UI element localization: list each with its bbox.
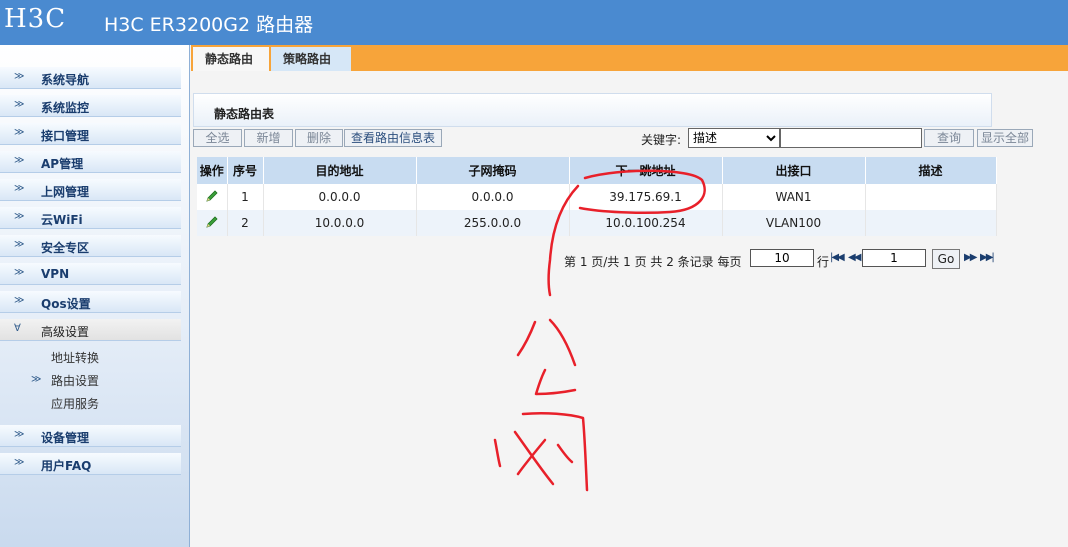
cell-interface: VLAN100 (722, 210, 866, 236)
sidebar-item-label: 系统监控 (41, 101, 90, 115)
cell-next-hop: 39.175.69.1 (569, 184, 723, 210)
rows-unit-label: 行 (817, 255, 830, 269)
bullet-icon: ≫ (14, 155, 25, 166)
tab-static-route[interactable]: 静态路由 (193, 47, 269, 71)
bullet-icon: ≫ (14, 239, 25, 250)
edit-cell (197, 210, 228, 236)
sidebar-item-interface[interactable]: ≫ 接口管理 (0, 123, 181, 145)
sidebar-item-label: VPN (41, 267, 70, 281)
column-header-desc: 描述 (865, 157, 997, 184)
sidebar-item-device[interactable]: ≫ 设备管理 (0, 425, 181, 447)
next-page-icon[interactable]: ▶▶ (964, 252, 977, 263)
cell-desc (865, 184, 997, 210)
column-header-interface: 出接口 (722, 157, 866, 184)
cell-mask: 0.0.0.0 (416, 184, 570, 210)
bullet-icon: ≫ (14, 457, 25, 468)
delete-button[interactable]: 删除 (295, 129, 343, 147)
cell-desc (865, 210, 997, 236)
sidebar-item-label: 高级设置 (41, 325, 90, 339)
column-header-action: 操作 (197, 157, 228, 184)
bullet-icon: ≫ (14, 71, 25, 82)
bullet-icon: ≫ (14, 295, 25, 306)
edit-pencil-icon[interactable] (205, 189, 219, 203)
sidebar-item-ap[interactable]: ≫ AP管理 (0, 151, 181, 173)
sidebar-item-label: 用户FAQ (41, 459, 92, 473)
keyword-select[interactable]: 描述 (688, 128, 780, 148)
expanded-chevron-icon: ∀ (14, 323, 21, 334)
product-title: H3C ER3200G2 路由器 (104, 14, 314, 36)
sidebar-item-label: AP管理 (41, 157, 84, 171)
sidebar-item-label: 云WiFi (41, 213, 83, 227)
cell-interface: WAN1 (722, 184, 866, 210)
sidebar-subitem-nat[interactable]: 地址转换 (51, 349, 99, 366)
sidebar-item-faq[interactable]: ≫ 用户FAQ (0, 453, 181, 475)
sidebar: ≫ 系统导航 ≫ 系统监控 ≫ 接口管理 ≫ AP管理 ≫ 上网管理 ≫ 云Wi… (0, 45, 190, 547)
bullet-icon: ≫ (14, 211, 25, 222)
sidebar-item-system-monitor[interactable]: ≫ 系统监控 (0, 95, 181, 117)
last-page-icon[interactable]: ▶▶| (980, 252, 995, 263)
sidebar-item-label: 设备管理 (41, 431, 90, 445)
cell-mask: 255.0.0.0 (416, 210, 570, 236)
sidebar-item-security[interactable]: ≫ 安全专区 (0, 235, 181, 257)
sidebar-item-label: 系统导航 (41, 73, 90, 87)
current-item-marker-icon: ≫ (31, 374, 42, 385)
select-all-button[interactable]: 全选 (193, 129, 242, 147)
main-content: 静态路由 策略路由 静态路由表 全选 新增 删除 查看路由信息表 关键字: 描述… (191, 45, 1068, 547)
bullet-icon: ≫ (14, 267, 25, 278)
view-route-info-button[interactable]: 查看路由信息表 (344, 129, 442, 147)
first-page-icon[interactable]: |◀◀ (830, 252, 845, 263)
go-button[interactable]: Go (932, 249, 960, 269)
sidebar-item-advanced[interactable]: ∀ 高级设置 (0, 319, 181, 341)
sidebar-subitem-routing[interactable]: 路由设置 (51, 372, 99, 389)
sidebar-item-label: 安全专区 (41, 241, 90, 255)
table-header-row: 操作 序号 目的地址 子网掩码 下一跳地址 出接口 描述 (197, 157, 997, 184)
cell-dest: 10.0.0.0 (263, 210, 417, 236)
keyword-input[interactable] (780, 128, 922, 148)
cell-index: 1 (227, 184, 264, 210)
cell-next-hop: 10.0.100.254 (569, 210, 723, 236)
bullet-icon: ≫ (14, 183, 25, 194)
column-header-mask: 子网掩码 (416, 157, 570, 184)
sidebar-item-qos[interactable]: ≫ Qos设置 (0, 291, 181, 313)
h3c-logo: H3C (4, 4, 67, 34)
sidebar-item-system-nav[interactable]: ≫ 系统导航 (0, 67, 181, 89)
sidebar-item-vpn[interactable]: ≫ VPN (0, 263, 181, 285)
sidebar-item-label: 接口管理 (41, 129, 90, 143)
show-all-button[interactable]: 显示全部 (977, 129, 1033, 147)
edit-pencil-icon[interactable] (205, 215, 219, 229)
bullet-icon: ≫ (14, 99, 25, 110)
bullet-icon: ≫ (14, 429, 25, 440)
search-button[interactable]: 查询 (924, 129, 974, 147)
pagination: 第 1 页/共 1 页 共 2 条记录 每页 行 |◀◀ ◀◀ Go ▶▶ ▶▶… (564, 249, 996, 269)
panel-header: 静态路由表 (193, 93, 992, 127)
column-header-next-hop: 下一跳地址 (569, 157, 723, 184)
page-number-input[interactable] (862, 249, 926, 267)
table-row: 1 0.0.0.0 0.0.0.0 39.175.69.1 WAN1 (197, 184, 997, 210)
prev-page-icon[interactable]: ◀◀ (848, 252, 861, 263)
edit-cell (197, 184, 228, 210)
cell-dest: 0.0.0.0 (263, 184, 417, 210)
sidebar-item-cloud-wifi[interactable]: ≫ 云WiFi (0, 207, 181, 229)
tab-bar: 静态路由 策略路由 (191, 45, 1068, 71)
sidebar-item-label: Qos设置 (41, 297, 91, 311)
keyword-label: 关键字: (641, 133, 682, 147)
cell-index: 2 (227, 210, 264, 236)
panel-title: 静态路由表 (214, 107, 275, 121)
bullet-icon: ≫ (14, 127, 25, 138)
top-header: H3C H3C ER3200G2 路由器 (0, 0, 1068, 45)
table-row: 2 10.0.0.0 255.0.0.0 10.0.100.254 VLAN10… (197, 210, 997, 236)
sidebar-item-label: 上网管理 (41, 185, 90, 199)
sidebar-subitem-app-service[interactable]: 应用服务 (51, 395, 99, 412)
tab-policy-route[interactable]: 策略路由 (271, 47, 351, 71)
column-header-index: 序号 (227, 157, 264, 184)
static-route-table: 操作 序号 目的地址 子网掩码 下一跳地址 出接口 描述 1 0.0.0.0 0… (197, 157, 997, 236)
pagination-summary: 第 1 页/共 1 页 共 2 条记录 每页 (564, 255, 742, 269)
column-header-dest: 目的地址 (263, 157, 417, 184)
sidebar-item-internet[interactable]: ≫ 上网管理 (0, 179, 181, 201)
add-button[interactable]: 新增 (244, 129, 293, 147)
per-page-input[interactable] (750, 249, 814, 267)
